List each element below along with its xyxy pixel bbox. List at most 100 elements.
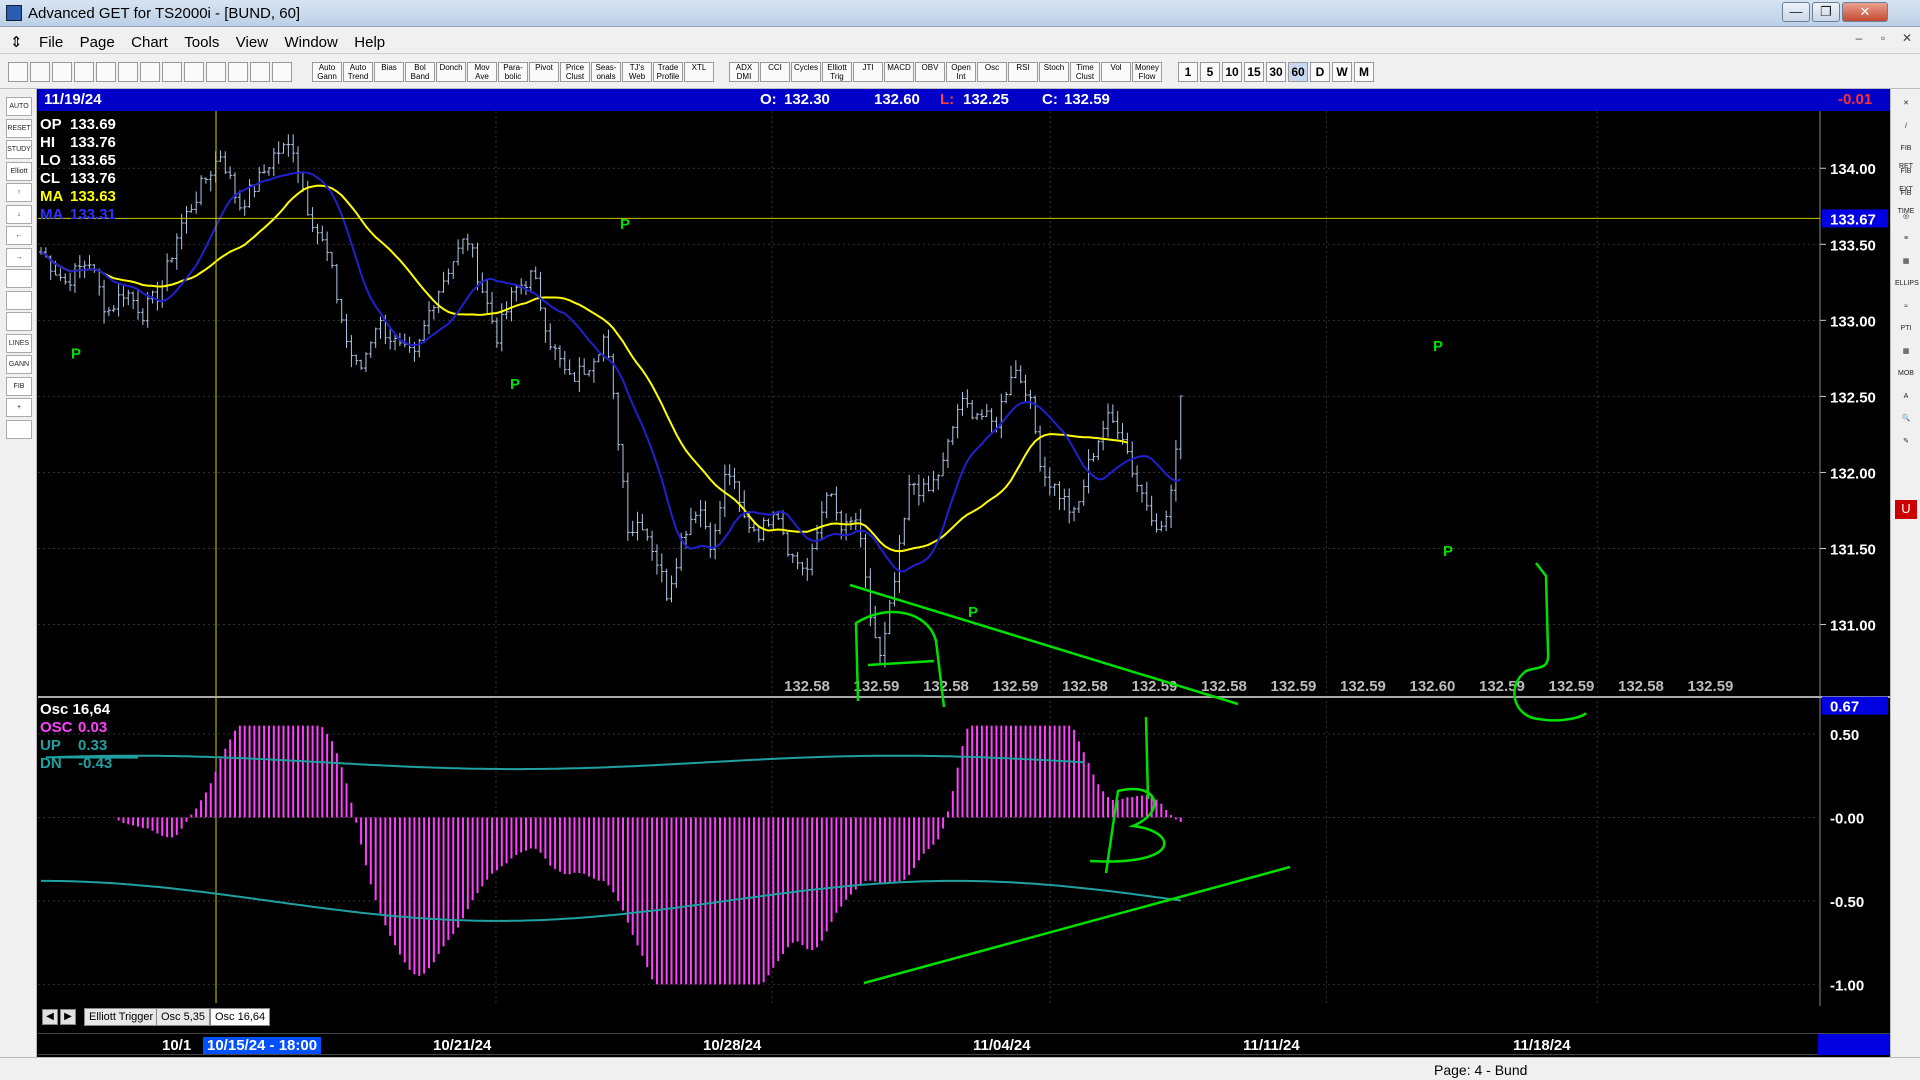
toolbar-icon[interactable] xyxy=(228,62,248,82)
right-tool-5[interactable]: ◎ xyxy=(1895,208,1917,227)
menu-window[interactable]: Window xyxy=(278,28,343,51)
toolbar-icon[interactable] xyxy=(52,62,72,82)
right-tool-12[interactable]: MOB xyxy=(1895,365,1917,384)
restore-button[interactable]: ❐ xyxy=(1812,2,1840,22)
right-tool-1[interactable]: / xyxy=(1895,118,1917,137)
toolbar-icon[interactable] xyxy=(250,62,270,82)
toolbar-icon[interactable] xyxy=(74,62,94,82)
left-tool-8[interactable] xyxy=(6,269,32,288)
menu-tools[interactable]: Tools xyxy=(178,28,225,51)
menu-file[interactable]: File xyxy=(33,28,69,51)
left-tool-9[interactable] xyxy=(6,290,32,310)
timeframe-m[interactable]: M xyxy=(1354,62,1374,82)
left-tool-10[interactable] xyxy=(6,312,32,331)
tab-scroll-left-icon[interactable]: ◀ xyxy=(42,1009,58,1025)
menu-chart[interactable]: Chart xyxy=(125,28,174,51)
left-tool-12[interactable]: GANN xyxy=(6,355,32,374)
toolbar-icon[interactable] xyxy=(184,62,204,82)
study-button-open-int[interactable]: Open Int xyxy=(946,62,976,82)
tab-scroll-right-icon[interactable]: ▶ xyxy=(60,1009,76,1025)
study-button-mov-ave[interactable]: Mov Ave xyxy=(467,62,497,82)
tab-osc-16-64[interactable]: Osc 16,64 xyxy=(210,1008,271,1026)
right-tool-2[interactable]: FIB RET xyxy=(1895,140,1917,170)
right-tool-3[interactable]: FIB EXT xyxy=(1895,163,1917,193)
study-button-tj-s-web[interactable]: TJ's Web xyxy=(622,62,652,82)
timeframe-60[interactable]: 60 xyxy=(1288,62,1308,82)
left-tool-7[interactable]: → xyxy=(6,247,32,267)
left-tool-5[interactable]: ↓ xyxy=(6,204,32,224)
study-button-jti[interactable]: JTI xyxy=(853,62,883,82)
chart-area[interactable]: 134.00 133.50 133.00 132.50 132.00 131.50 131.… xyxy=(38,111,1890,1006)
study-button-price-clust[interactable]: Price Clust xyxy=(560,62,590,82)
timeframe-1[interactable]: 1 xyxy=(1178,62,1198,82)
left-tool-15[interactable] xyxy=(6,419,32,439)
timeframe-10[interactable]: 10 xyxy=(1222,62,1242,82)
study-button-time-clust[interactable]: Time Clust xyxy=(1070,62,1100,82)
menu-page[interactable]: Page xyxy=(74,28,121,51)
menu-help[interactable]: Help xyxy=(348,28,391,51)
right-tool-6[interactable]: ≡ xyxy=(1895,230,1917,249)
mdi-minimize-button[interactable]: – xyxy=(1848,31,1870,49)
left-tool-14[interactable]: + xyxy=(6,398,32,417)
study-button-auto-gann[interactable]: Auto Gann xyxy=(312,62,342,82)
study-button-pivot[interactable]: Pivot xyxy=(529,62,559,82)
timeframe-15[interactable]: 15 xyxy=(1244,62,1264,82)
toolbar-icon[interactable] xyxy=(96,62,116,82)
left-tool-4[interactable]: ↑ xyxy=(6,183,32,202)
menu-view[interactable]: View xyxy=(230,28,274,51)
study-button-rsi[interactable]: RSI xyxy=(1008,62,1038,82)
study-button-trade-profile[interactable]: Trade Profile xyxy=(653,62,683,82)
mdi-close-button[interactable]: ✕ xyxy=(1896,31,1918,49)
right-tool-11[interactable]: ▦ xyxy=(1895,343,1917,362)
left-tool-11[interactable]: LINES xyxy=(6,333,32,353)
left-tool-0[interactable]: AUTO xyxy=(6,97,32,116)
study-button-xtl[interactable]: XTL xyxy=(684,62,714,82)
study-button-para-bolic[interactable]: Para-bolic xyxy=(498,62,528,82)
study-button-auto-trend[interactable]: Auto Trend xyxy=(343,62,373,82)
study-button-seas-onals[interactable]: Seas-onals xyxy=(591,62,621,82)
right-tool-0[interactable]: ✕ xyxy=(1895,95,1917,114)
study-button-cci[interactable]: CCI xyxy=(760,62,790,82)
study-button-bias[interactable]: Bias xyxy=(374,62,404,82)
toolbar-icon[interactable] xyxy=(206,62,226,82)
date-scroll-thumb[interactable] xyxy=(1818,1034,1890,1055)
study-button-stoch[interactable]: Stoch xyxy=(1039,62,1069,82)
right-tool-4[interactable]: FIB TIME xyxy=(1895,185,1917,215)
right-tool-16[interactable] xyxy=(1895,455,1917,474)
close-button[interactable]: ✕ xyxy=(1842,2,1888,22)
left-tool-13[interactable]: FIB xyxy=(6,376,32,396)
left-tool-2[interactable]: STUDY xyxy=(6,140,32,159)
right-tool-10[interactable]: PTI xyxy=(1895,320,1917,339)
left-tool-1[interactable]: RESET xyxy=(6,118,32,138)
tab-osc-5-35[interactable]: Osc 5,35 xyxy=(156,1008,211,1026)
study-button-bol-band[interactable]: Bol Band xyxy=(405,62,435,82)
study-button-macd[interactable]: MACD xyxy=(884,62,914,82)
right-tool-18[interactable]: U xyxy=(1895,500,1917,519)
right-tool-17[interactable] xyxy=(1895,478,1917,497)
toolbar-icon[interactable] xyxy=(162,62,182,82)
study-button-adx-dmi[interactable]: ADX DMI xyxy=(729,62,759,82)
study-button-vol[interactable]: Vol xyxy=(1101,62,1131,82)
toolbar-icon[interactable] xyxy=(8,62,28,82)
right-tool-7[interactable]: ▦ xyxy=(1895,253,1917,272)
study-button-elliott-trig[interactable]: Elliott Trig xyxy=(822,62,852,82)
mdi-restore-button[interactable]: ▫ xyxy=(1872,31,1894,49)
pin-icon[interactable]: ⇕ xyxy=(0,27,29,51)
study-button-obv[interactable]: OBV xyxy=(915,62,945,82)
study-button-donch[interactable]: Donch xyxy=(436,62,466,82)
timeframe-d[interactable]: D xyxy=(1310,62,1330,82)
minimize-button[interactable]: — xyxy=(1782,2,1810,22)
left-tool-3[interactable]: Elliott xyxy=(6,161,32,181)
toolbar-icon[interactable] xyxy=(272,62,292,82)
right-tool-9[interactable]: ≈ xyxy=(1895,298,1917,317)
timeframe-5[interactable]: 5 xyxy=(1200,62,1220,82)
toolbar-icon[interactable] xyxy=(118,62,138,82)
study-button-money-flow[interactable]: Money Flow xyxy=(1132,62,1162,82)
timeframe-w[interactable]: W xyxy=(1332,62,1352,82)
right-tool-13[interactable]: A xyxy=(1895,388,1917,407)
toolbar-icon[interactable] xyxy=(30,62,50,82)
right-tool-14[interactable]: 🔍 xyxy=(1895,410,1917,429)
left-tool-6[interactable]: ← xyxy=(6,226,32,245)
right-tool-8[interactable]: ELLIPS xyxy=(1895,275,1919,294)
timeframe-30[interactable]: 30 xyxy=(1266,62,1286,82)
